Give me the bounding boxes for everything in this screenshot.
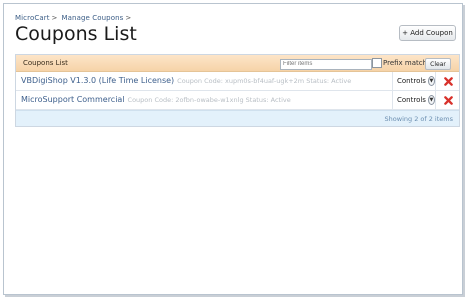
- list-item: MicroSupport Commercial Coupon Code: 2ofb…: [16, 91, 459, 110]
- coupon-name-link[interactable]: VBDigiShop V1.3.0 (Life Time License): [21, 76, 174, 85]
- list-item: VBDigiShop V1.3.0 (Life Time License) Cou…: [16, 72, 459, 91]
- controls-menu[interactable]: Controls ▼: [392, 91, 435, 109]
- breadcrumb: MicroCart > Manage Coupons >: [15, 14, 135, 22]
- breadcrumb-item-microcart[interactable]: MicroCart: [15, 14, 50, 22]
- controls-menu[interactable]: Controls ▼: [392, 72, 435, 90]
- clear-button[interactable]: Clear: [425, 58, 451, 70]
- controls-label: Controls: [397, 77, 426, 85]
- delete-button[interactable]: [435, 72, 460, 90]
- coupon-meta: Coupon Code: 2ofbn-owabe-w1xnlg Status: …: [127, 96, 291, 104]
- breadcrumb-item-manage-coupons[interactable]: Manage Coupons: [62, 14, 124, 22]
- chevron-down-icon: ▼: [427, 76, 435, 86]
- item-count-text: Showing 2 of 2 items: [384, 115, 453, 123]
- list-header-title: Coupons List: [23, 59, 68, 67]
- coupon-entry: MicroSupport Commercial Coupon Code: 2ofb…: [21, 95, 291, 104]
- delete-icon: [443, 95, 453, 105]
- delete-icon: [443, 76, 453, 86]
- chevron-down-icon: ▼: [427, 95, 435, 105]
- list-footer: Showing 2 of 2 items: [16, 110, 459, 126]
- page-title: Coupons List: [15, 23, 137, 45]
- add-coupon-button[interactable]: + Add Coupon: [399, 25, 456, 41]
- prefix-match-label: Prefix match: [383, 59, 428, 67]
- filter-input[interactable]: [280, 59, 372, 70]
- breadcrumb-separator: >: [51, 14, 58, 22]
- window-frame: MicroCart > Manage Coupons > Coupons List +…: [3, 3, 463, 295]
- coupon-entry: VBDigiShop V1.3.0 (Life Time License) Cou…: [21, 76, 351, 85]
- coupons-list-panel: Coupons List Prefix match Clear VBDigiSh…: [15, 54, 460, 127]
- delete-button[interactable]: [435, 91, 460, 109]
- prefix-match-checkbox[interactable]: [372, 58, 382, 68]
- coupon-name-link[interactable]: MicroSupport Commercial: [21, 95, 125, 104]
- coupon-meta: Coupon Code: xupm0s-bf4uaf-ugk+2m Status…: [177, 77, 352, 85]
- controls-label: Controls: [397, 96, 426, 104]
- breadcrumb-separator: >: [125, 14, 132, 22]
- list-header: Coupons List Prefix match Clear: [16, 55, 459, 72]
